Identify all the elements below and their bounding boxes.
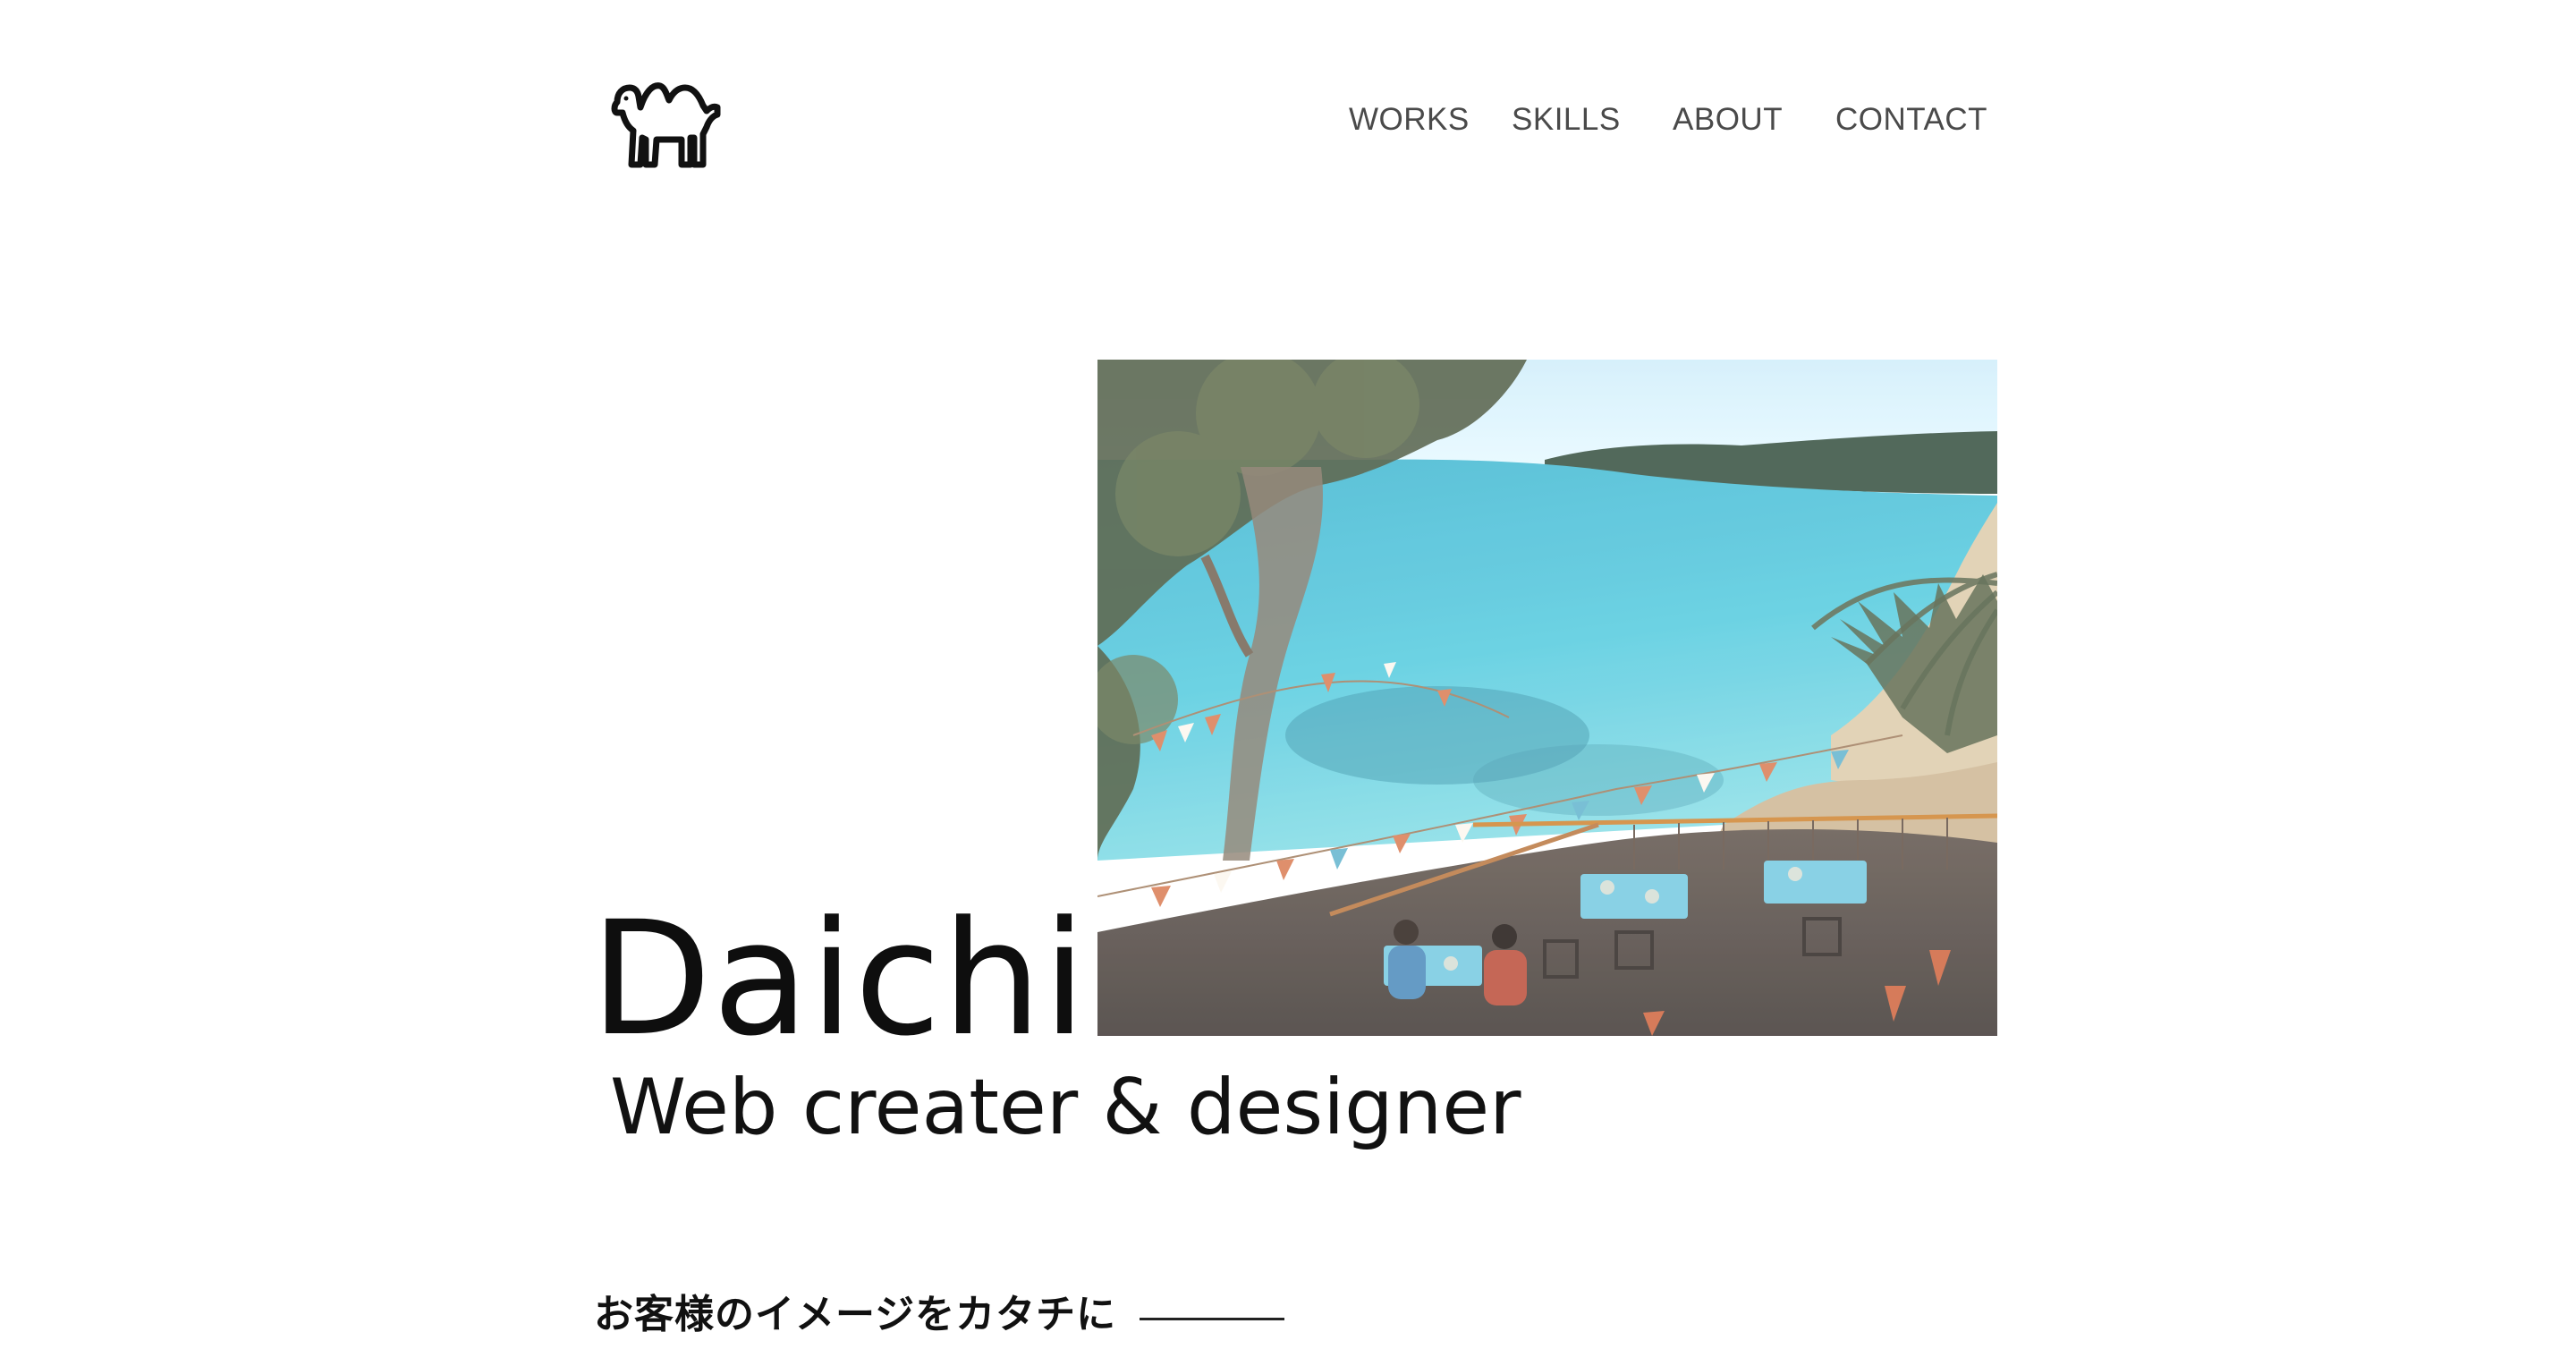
nav-contact-link[interactable]: CONTACT bbox=[1835, 100, 1987, 140]
page: WORKS SKILLS ABOUT CONTACT Daichi Web cr… bbox=[0, 0, 2576, 1349]
section-heading-text: お客様のイメージをカタチに bbox=[594, 1292, 1117, 1337]
heading-underline-rule bbox=[1140, 1317, 1285, 1320]
nav-skills-link[interactable]: SKILLS bbox=[1512, 100, 1621, 140]
main-nav: WORKS SKILLS ABOUT CONTACT bbox=[1342, 100, 1995, 140]
nav-works-link[interactable]: WORKS bbox=[1349, 100, 1470, 140]
hero-tagline: Web creater & designer bbox=[610, 1063, 1521, 1152]
nav-about-link[interactable]: ABOUT bbox=[1673, 100, 1783, 140]
section-heading: お客様のイメージをカタチに bbox=[594, 1288, 1285, 1342]
camel-logo-icon[interactable] bbox=[610, 75, 723, 170]
hero-beach-photo bbox=[1097, 360, 1997, 1036]
hero-name: Daichi bbox=[590, 887, 1088, 1071]
